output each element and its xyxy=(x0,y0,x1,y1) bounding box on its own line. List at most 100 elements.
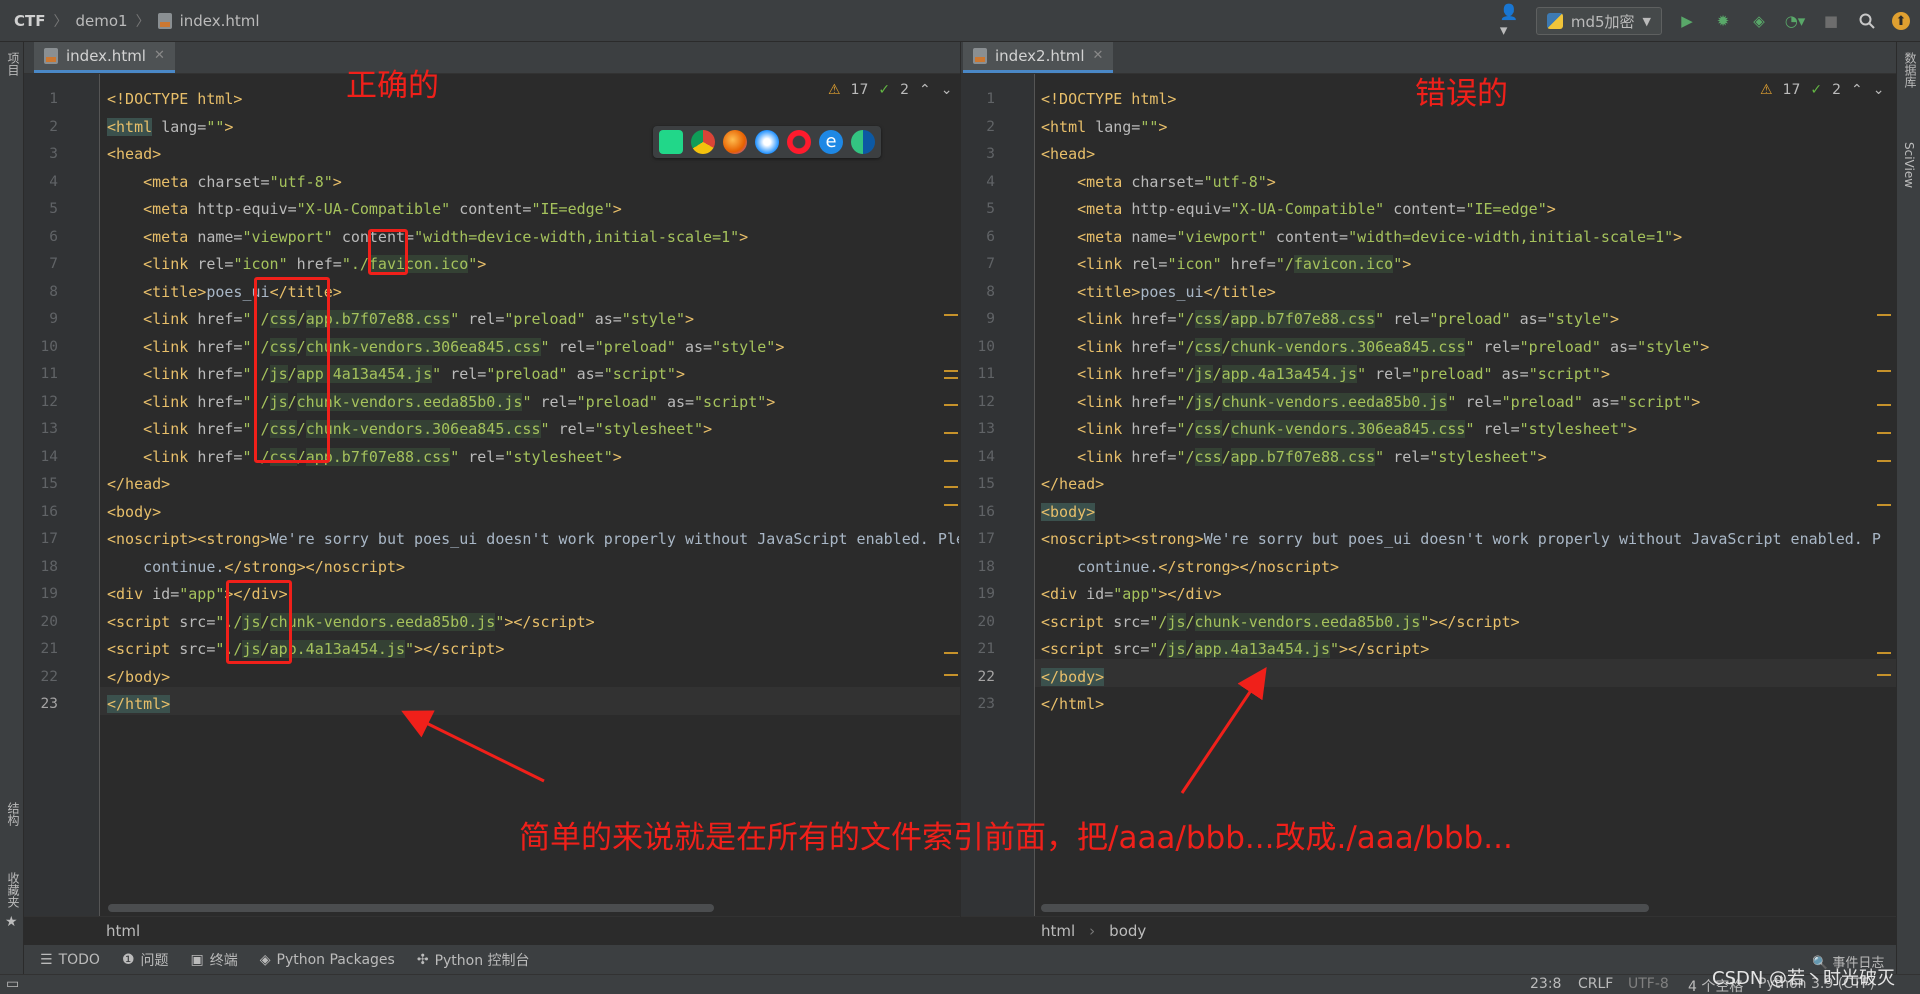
update-icon[interactable]: ⬆ xyxy=(1892,12,1910,30)
python-console-tool-button[interactable]: ✣ Python 控制台 xyxy=(417,950,530,970)
code-line[interactable]: <title>poes_ui</title> xyxy=(1041,279,1881,307)
cursor-position[interactable]: 23:8 xyxy=(1530,976,1561,992)
code-line[interactable]: <body> xyxy=(107,499,959,527)
sciview-tool-button[interactable]: SciView xyxy=(1902,142,1916,188)
line-number: 2 xyxy=(986,118,995,135)
terminal-tool-button[interactable]: ▣ 终端 xyxy=(191,950,238,970)
code-line[interactable]: </body> xyxy=(107,664,959,692)
code-line[interactable]: </head> xyxy=(107,471,959,499)
code-line[interactable]: <link href="./js/chunk-vendors.eeda85b0.… xyxy=(107,389,959,417)
code-line[interactable]: <link href="./css/app.b7f07e88.css" rel=… xyxy=(107,444,959,472)
run-icon[interactable]: ▶ xyxy=(1676,10,1698,32)
code-line[interactable]: <meta charset="utf-8"> xyxy=(1041,169,1881,197)
code-line[interactable]: <noscript><strong>We're sorry but poes_u… xyxy=(1041,526,1881,554)
structure-tool-button[interactable]: 结构 xyxy=(5,802,22,826)
code-line[interactable]: </html> xyxy=(1041,691,1881,719)
chrome-icon[interactable] xyxy=(691,130,715,154)
breadcrumb-project[interactable]: CTF xyxy=(14,12,46,30)
project-tool-button[interactable]: 项目 xyxy=(5,52,22,76)
navigation-breadcrumb: CTF 〉 demo1 〉 index.html xyxy=(0,11,260,31)
line-separator[interactable]: CRLF xyxy=(1578,976,1613,992)
code-line[interactable]: <link href="/css/app.b7f07e88.css" rel="… xyxy=(1041,306,1881,334)
code-line[interactable]: <link href="/css/chunk-vendors.306ea845.… xyxy=(1041,416,1881,444)
close-icon[interactable]: ✕ xyxy=(1093,48,1104,63)
file-encoding[interactable]: UTF-8 xyxy=(1628,976,1669,992)
python-packages-tool-button[interactable]: ◈ Python Packages xyxy=(260,952,395,968)
right-editor-pane: index2.html ✕ 1 <!DOCTYPE html> 2 <html lan… xyxy=(961,42,1896,944)
line-number: 17 xyxy=(40,531,58,547)
inspection-widget[interactable]: ⚠ 17 ✓ 2 ⌃ ⌄ xyxy=(1760,82,1885,98)
code-line[interactable]: <script src="/js/chunk-vendors.eeda85b0.… xyxy=(1041,609,1881,637)
opera-icon[interactable] xyxy=(787,130,811,154)
search-icon[interactable] xyxy=(1856,10,1878,32)
safari-icon[interactable] xyxy=(755,130,779,154)
edge-icon[interactable] xyxy=(851,130,875,154)
code-line[interactable]: <link href="/js/chunk-vendors.eeda85b0.j… xyxy=(1041,389,1881,417)
code-line[interactable]: <meta http-equiv="X-UA-Compatible" conte… xyxy=(107,196,959,224)
code-line[interactable]: <html lang=""> xyxy=(1041,114,1881,142)
breadcrumb-file[interactable]: index.html xyxy=(180,12,260,30)
code-line[interactable]: <title>poes_ui</title> xyxy=(107,279,959,307)
code-line[interactable]: <link href="./css/chunk-vendors.306ea845… xyxy=(107,416,959,444)
code-line[interactable]: <link href="/css/app.b7f07e88.css" rel="… xyxy=(1041,444,1881,472)
arrow-up-icon[interactable]: ⌃ xyxy=(919,82,931,98)
database-tool-button[interactable]: 数据库 xyxy=(1902,52,1919,88)
todo-tool-button[interactable]: ☰ TODO xyxy=(40,952,100,968)
code-line[interactable]: continue.</strong></noscript> xyxy=(1041,554,1881,582)
pycharm-browser-icon[interactable] xyxy=(659,130,683,154)
code-line[interactable]: <link rel="icon" href="./favicon.ico"> xyxy=(107,251,959,279)
close-icon[interactable]: ✕ xyxy=(154,48,165,63)
line-number: 7 xyxy=(49,256,58,272)
line-number: 1 xyxy=(49,91,58,107)
code-line[interactable]: <script src="/js/app.4a13a454.js"></scri… xyxy=(1041,636,1881,664)
code-line[interactable]: </body> xyxy=(1041,664,1881,692)
line-number: 12 xyxy=(977,393,995,410)
code-line[interactable]: <noscript><strong>We're sorry but poes_u… xyxy=(107,526,959,554)
code-line[interactable]: <head> xyxy=(1041,141,1881,169)
run-configuration-select[interactable]: md5加密 ▼ xyxy=(1535,7,1662,35)
code-line[interactable]: </head> xyxy=(1041,471,1881,499)
code-line[interactable]: <div id="app"></div> xyxy=(1041,581,1881,609)
stop-icon[interactable]: ■ xyxy=(1820,10,1842,32)
browser-preview-bar: e xyxy=(653,126,881,158)
code-line[interactable]: <link href="./css/chunk-vendors.306ea845… xyxy=(107,334,959,362)
layout-icon[interactable]: ▭ xyxy=(6,976,19,992)
firefox-icon[interactable] xyxy=(723,130,747,154)
line-number: 13 xyxy=(977,421,995,437)
inspection-widget[interactable]: ⚠ 17 ✓ 2 ⌃ ⌄ xyxy=(828,82,953,98)
code-line[interactable]: <meta name="viewport" content="width=dev… xyxy=(1041,224,1881,252)
code-line[interactable]: <body> xyxy=(1041,499,1881,527)
horizontal-scrollbar[interactable] xyxy=(1041,904,1649,912)
user-icon[interactable]: 👤▾ xyxy=(1500,3,1522,39)
line-number: 9 xyxy=(986,311,995,327)
breadcrumb-folder[interactable]: demo1 xyxy=(76,12,128,30)
bookmarks-tool-button[interactable]: 收藏夹 xyxy=(5,872,22,908)
code-line[interactable]: <meta name="viewport" content="width=dev… xyxy=(107,224,959,252)
code-line[interactable]: continue.</strong></noscript> xyxy=(107,554,959,582)
code-line[interactable]: <link rel="icon" href="/favicon.ico"> xyxy=(1041,251,1881,279)
line-number: 10 xyxy=(977,338,995,355)
editor-tab-index2[interactable]: index2.html ✕ xyxy=(963,42,1114,73)
line-number: 16 xyxy=(977,503,995,520)
problems-tool-button[interactable]: ❶ 问题 xyxy=(122,950,169,970)
arrow-up-icon[interactable]: ⌃ xyxy=(1851,82,1863,98)
code-line[interactable]: </html> xyxy=(107,691,959,719)
line-number: 21 xyxy=(977,641,995,657)
code-line[interactable]: <link href="/js/app.4a13a454.js" rel="pr… xyxy=(1041,361,1881,389)
breadcrumb-html[interactable]: html xyxy=(106,922,140,940)
editor-tab-index[interactable]: index.html ✕ xyxy=(34,42,175,73)
code-line[interactable]: <link href="./js/app.4a13a454.js" rel="p… xyxy=(107,361,959,389)
line-number: 22 xyxy=(977,668,995,685)
breadcrumb-body[interactable]: body xyxy=(1109,922,1146,940)
profile-icon[interactable]: ◔▾ xyxy=(1784,10,1806,32)
code-line[interactable]: <link href="/css/chunk-vendors.306ea845.… xyxy=(1041,334,1881,362)
code-line[interactable]: <meta charset="utf-8"> xyxy=(107,169,959,197)
code-line[interactable]: <link href="./css/app.b7f07e88.css" rel=… xyxy=(107,306,959,334)
horizontal-scrollbar[interactable] xyxy=(108,904,714,912)
debug-icon[interactable]: ✹ xyxy=(1712,10,1734,32)
code-line[interactable]: <meta http-equiv="X-UA-Compatible" conte… xyxy=(1041,196,1881,224)
coverage-icon[interactable]: ◈ xyxy=(1748,10,1770,32)
layers-icon: ◈ xyxy=(259,951,271,968)
breadcrumb-html[interactable]: html xyxy=(1041,922,1075,940)
ie-icon[interactable]: e xyxy=(819,130,843,154)
